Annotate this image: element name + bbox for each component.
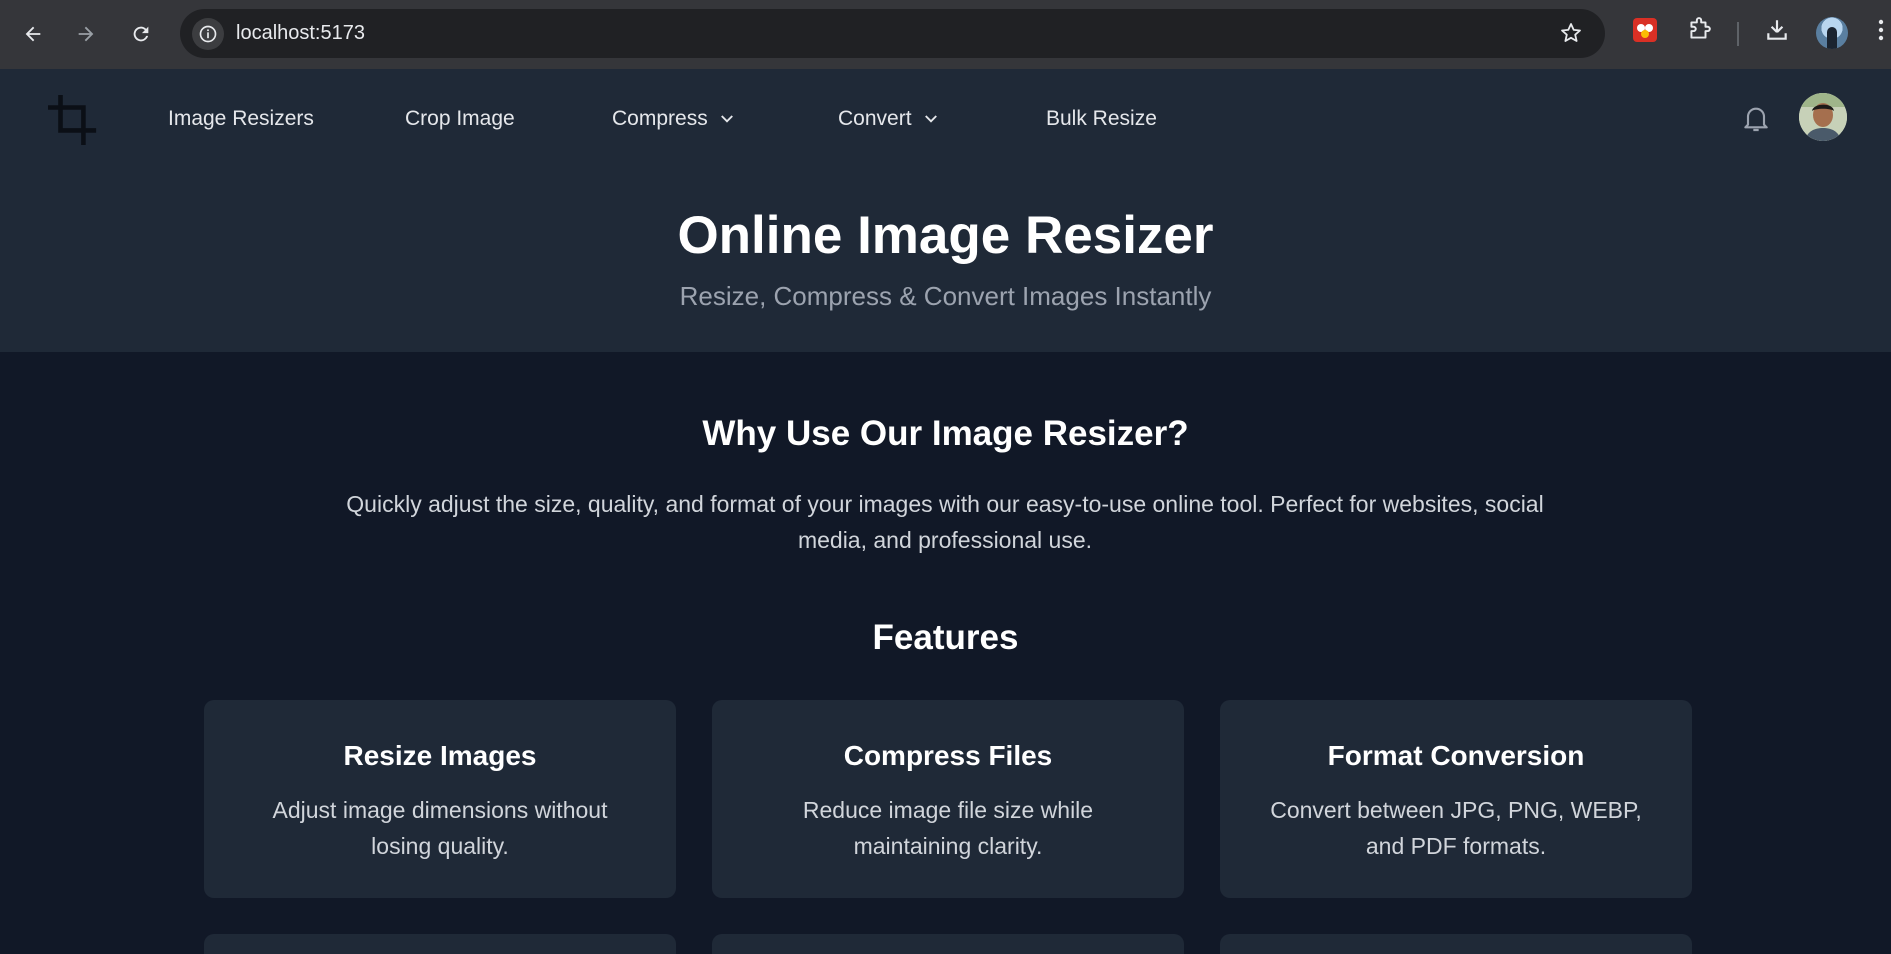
feature-card-conversion: Format Conversion Convert between JPG, P… bbox=[1220, 700, 1692, 898]
url-text: localhost:5173 bbox=[236, 22, 365, 44]
feature-card-title: Format Conversion bbox=[1327, 740, 1585, 771]
arrow-left-icon bbox=[25, 26, 41, 42]
feature-card-compress: Compress Files Reduce image file size wh… bbox=[712, 700, 1184, 898]
feature-card-partial bbox=[204, 934, 676, 954]
hero-title: Online Image Resizer bbox=[677, 206, 1214, 265]
why-description: Quickly adjust the size, quality, and fo… bbox=[346, 491, 1544, 553]
address-bar[interactable]: localhost:5173 bbox=[180, 9, 1605, 58]
nav-label: Crop Image bbox=[405, 107, 515, 130]
nav-label: Image Resizers bbox=[168, 107, 314, 130]
reload-icon bbox=[133, 26, 149, 42]
bookmark-star-icon[interactable] bbox=[1559, 21, 1583, 50]
extensions-puzzle-icon[interactable] bbox=[1686, 17, 1712, 48]
why-heading: Why Use Our Image Resizer? bbox=[702, 414, 1189, 453]
user-avatar[interactable] bbox=[1799, 93, 1847, 141]
crop-logo-icon[interactable] bbox=[47, 94, 98, 150]
chevron-down-icon bbox=[720, 115, 733, 123]
feature-card-partial bbox=[712, 934, 1184, 954]
notification-bell-icon[interactable] bbox=[1740, 101, 1772, 140]
more-menu-icon[interactable] bbox=[1876, 17, 1886, 48]
nav-convert-dropdown[interactable]: Convert bbox=[838, 107, 940, 131]
feature-card-resize: Resize Images Adjust image dimensions wi… bbox=[204, 700, 676, 898]
browser-profile-avatar[interactable] bbox=[1816, 17, 1848, 49]
download-icon[interactable] bbox=[1764, 17, 1790, 48]
nav-image-resizers[interactable]: Image Resizers bbox=[168, 107, 314, 131]
feature-card-title: Resize Images bbox=[343, 740, 537, 771]
reload-button[interactable] bbox=[121, 14, 161, 54]
feature-card-text: Adjust image dimensions without losing q… bbox=[272, 797, 608, 859]
nav-bulk-resize[interactable]: Bulk Resize bbox=[1046, 107, 1157, 131]
nav-label: Bulk Resize bbox=[1046, 107, 1157, 130]
feature-card-text: Convert between JPG, PNG, WEBP, and PDF … bbox=[1270, 797, 1642, 859]
nav-label: Compress bbox=[612, 107, 708, 130]
browser-toolbar: localhost:5173 bbox=[0, 0, 1891, 69]
hero-subtitle: Resize, Compress & Convert Images Instan… bbox=[679, 281, 1212, 311]
nav-compress-dropdown[interactable]: Compress bbox=[612, 107, 736, 131]
features-heading: Features bbox=[872, 618, 1019, 657]
nav-label: Convert bbox=[838, 107, 912, 130]
nav-crop-image[interactable]: Crop Image bbox=[405, 107, 515, 131]
feature-card-text: Reduce image file size while maintaining… bbox=[802, 797, 1094, 859]
arrow-right-icon bbox=[78, 26, 94, 42]
feature-card-partial bbox=[1220, 934, 1692, 954]
toolbar-divider bbox=[1737, 22, 1739, 46]
feature-card-title: Compress Files bbox=[843, 740, 1053, 771]
main-nav: Image Resizers Crop Image Compress Conve… bbox=[0, 69, 1891, 169]
site-header: Image Resizers Crop Image Compress Conve… bbox=[0, 69, 1891, 352]
forward-button[interactable] bbox=[66, 14, 106, 54]
chevron-down-icon bbox=[924, 115, 937, 123]
back-button[interactable] bbox=[13, 14, 53, 54]
extension-icon[interactable] bbox=[1632, 17, 1658, 48]
site-info-icon[interactable] bbox=[192, 18, 224, 50]
main-content: Why Use Our Image Resizer? Quickly adjus… bbox=[0, 352, 1891, 954]
